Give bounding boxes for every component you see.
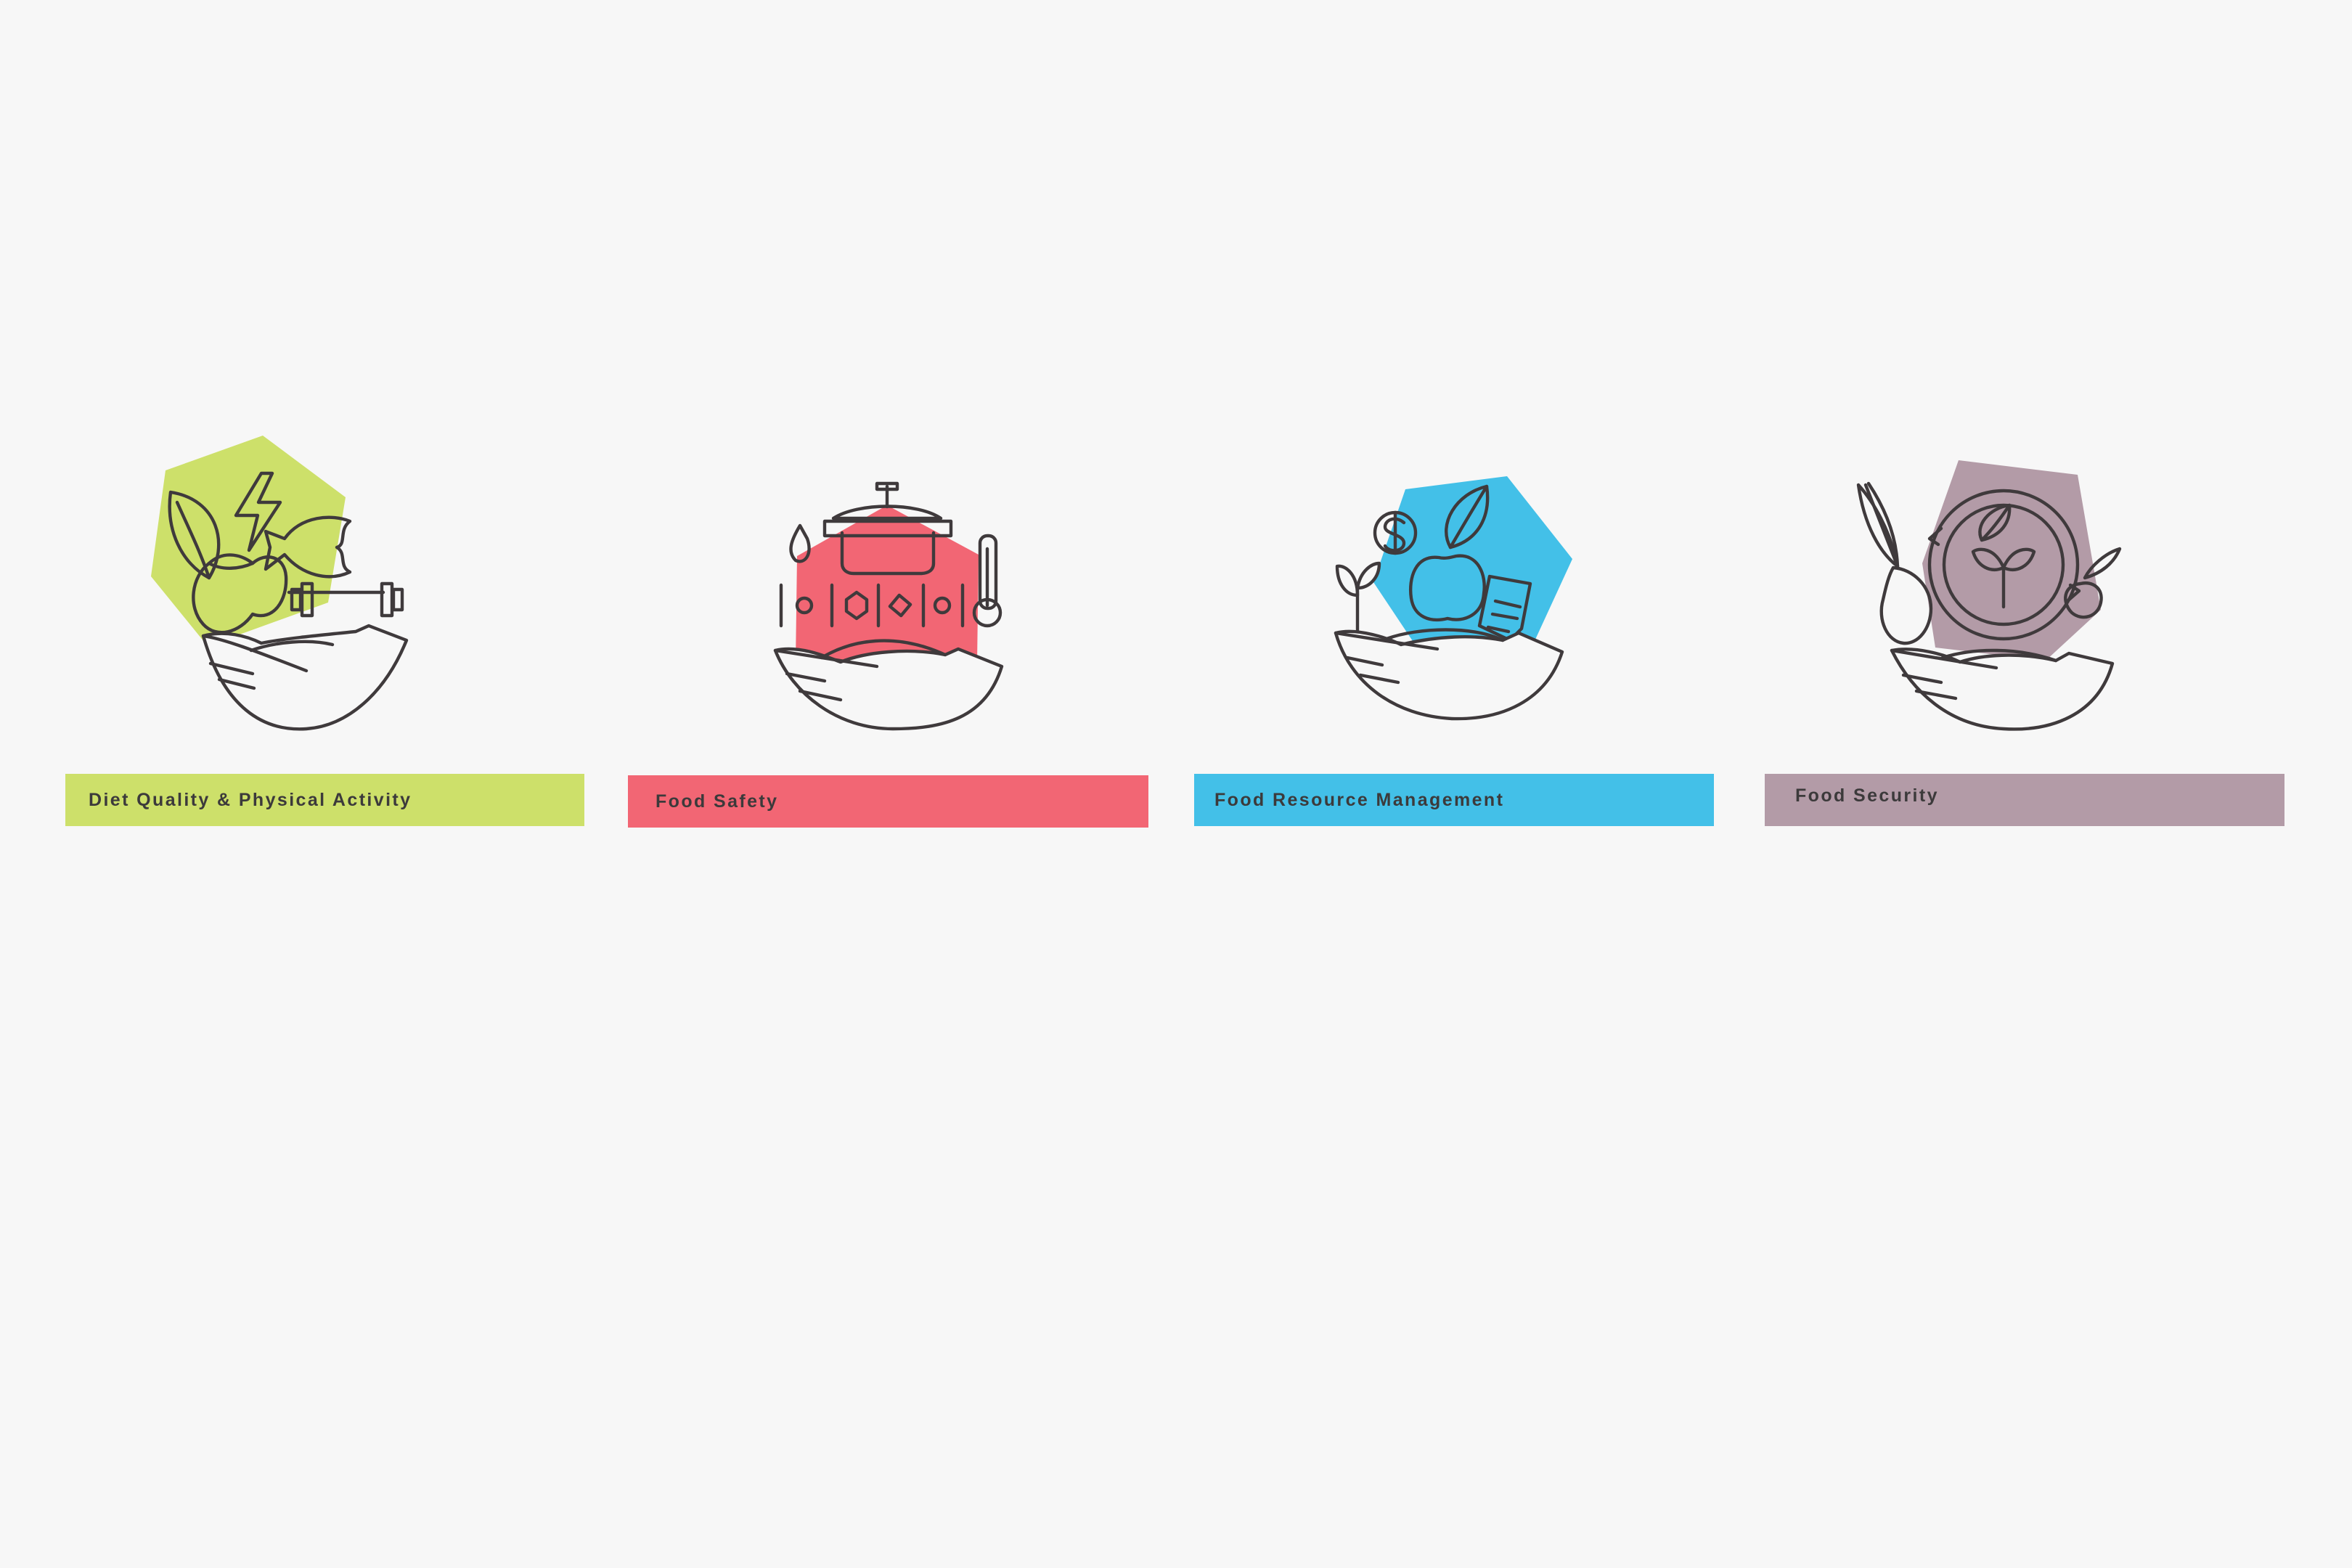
category-banner-diet: Diet Quality & Physical Activity (65, 774, 584, 826)
resource-management-icon (1334, 476, 1572, 721)
category-banner-food-security: Food Security (1765, 774, 2284, 826)
category-label: Food Resource Management (1214, 789, 1505, 810)
food-safety-icon (773, 481, 1004, 731)
hexagon-shape (151, 436, 346, 646)
diet-activity-icon (151, 436, 409, 731)
category-label: Food Security (1795, 785, 1939, 806)
food-security-icon (1856, 460, 2122, 731)
category-label: Diet Quality & Physical Activity (89, 789, 412, 810)
category-label: Food Safety (656, 791, 779, 812)
category-banner-resource-management: Food Resource Management (1194, 774, 1714, 826)
category-banner-food-safety: Food Safety (628, 775, 1148, 828)
page-canvas: Diet Quality & Physical Activity Food Sa… (0, 0, 2352, 1568)
